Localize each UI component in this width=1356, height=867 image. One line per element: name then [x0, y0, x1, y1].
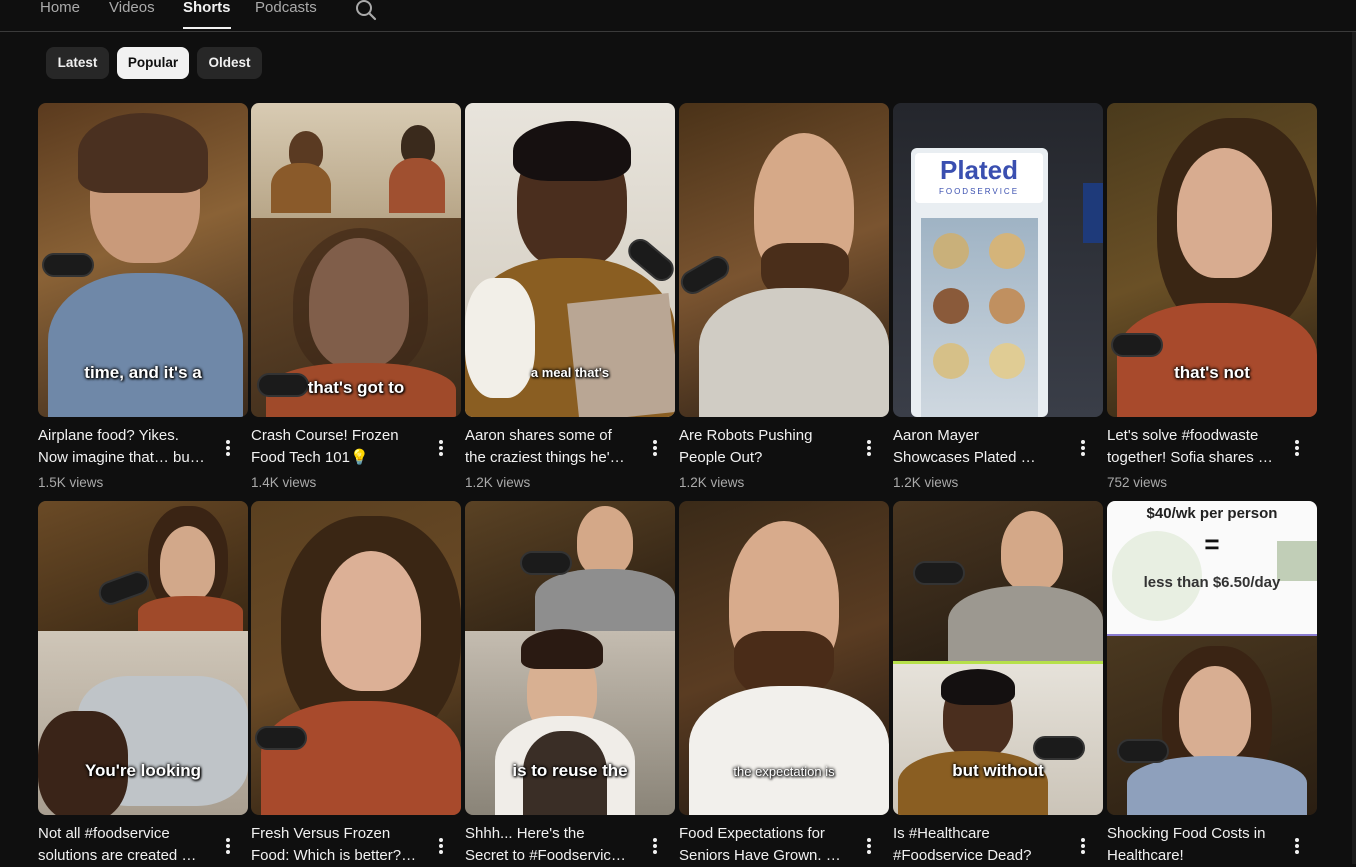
- short-title[interactable]: Is #Healthcare #Foodservice Dead?: [893, 823, 1069, 867]
- short-card[interactable]: a meal that's Aaron shares some of the cr…: [465, 103, 675, 490]
- short-card[interactable]: time, and it's a Airplane food? Yikes. No…: [38, 103, 248, 490]
- short-title[interactable]: Crash Course! Frozen Food Tech 101💡: [251, 425, 427, 469]
- filter-oldest-chip[interactable]: Oldest: [197, 47, 262, 79]
- short-views: 1.2K views: [893, 475, 959, 490]
- short-caption: the expectation is: [733, 764, 835, 779]
- short-thumbnail[interactable]: but without: [893, 501, 1103, 815]
- short-title[interactable]: Shhh... Here's the Secret to #Foodservic…: [465, 823, 641, 867]
- short-caption: but without: [952, 761, 1044, 780]
- short-thumbnail[interactable]: the expectation is: [679, 501, 889, 815]
- short-views: 752 views: [1107, 475, 1168, 490]
- short-thumbnail[interactable]: You're looking: [38, 501, 248, 815]
- short-card[interactable]: You're looking Not all #foodservice solut…: [38, 501, 248, 864]
- short-card[interactable]: Plated FOODSERVICE Aaron Mayer Showcases …: [893, 103, 1103, 490]
- short-card[interactable]: Are Robots Pushing People Out? 1.2K views: [679, 103, 889, 490]
- short-card[interactable]: but without Is #Healthcare #Foodservice D…: [893, 501, 1103, 864]
- short-title[interactable]: Let's solve #foodwaste together! Sofia sh…: [1107, 425, 1283, 469]
- plated-logo: Plated: [939, 155, 1019, 185]
- more-options-icon[interactable]: [218, 835, 238, 855]
- tab-podcasts[interactable]: Podcasts: [255, 0, 317, 18]
- more-options-icon[interactable]: [1073, 437, 1093, 457]
- search-icon[interactable]: [354, 0, 378, 23]
- more-options-icon[interactable]: [859, 437, 879, 457]
- short-thumbnail[interactable]: time, and it's a: [38, 103, 248, 417]
- short-title[interactable]: Aaron Mayer Showcases Plated …: [893, 425, 1069, 469]
- short-title[interactable]: Are Robots Pushing People Out?: [679, 425, 855, 469]
- page-scrollbar[interactable]: [1352, 32, 1356, 864]
- tab-home[interactable]: Home: [40, 0, 80, 18]
- price-overlay-line2: less than $6.50/day: [1143, 574, 1281, 591]
- more-options-icon[interactable]: [645, 835, 665, 855]
- price-overlay-equals: =: [1204, 529, 1220, 559]
- short-caption: time, and it's a: [84, 363, 202, 382]
- short-thumbnail[interactable]: [679, 103, 889, 417]
- more-options-icon[interactable]: [431, 437, 451, 457]
- short-title[interactable]: Food Expectations for Seniors Have Grown.…: [679, 823, 855, 867]
- short-thumbnail[interactable]: is to reuse the: [465, 501, 675, 815]
- short-card[interactable]: is to reuse the Shhh... Here's the Secret…: [465, 501, 675, 864]
- short-caption: You're looking: [84, 761, 202, 780]
- short-card[interactable]: the expectation is Food Expectations for…: [679, 501, 889, 864]
- short-views: 1.4K views: [251, 475, 317, 490]
- short-card[interactable]: that's not Let's solve #foodwaste togethe…: [1107, 103, 1317, 490]
- short-title[interactable]: Aaron shares some of the craziest things …: [465, 425, 641, 469]
- short-title[interactable]: Fresh Versus Frozen Food: Which is better…: [251, 823, 427, 867]
- filter-popular-chip[interactable]: Popular: [117, 47, 189, 79]
- short-views: 1.2K views: [465, 475, 531, 490]
- short-views: 1.2K views: [679, 475, 745, 490]
- short-card[interactable]: Fresh Versus Frozen Food: Which is better…: [251, 501, 461, 864]
- short-thumbnail[interactable]: [251, 501, 461, 815]
- more-options-icon[interactable]: [431, 835, 451, 855]
- tab-videos[interactable]: Videos: [109, 0, 155, 18]
- short-title[interactable]: Airplane food? Yikes. Now imagine that… b…: [38, 425, 214, 469]
- short-title[interactable]: Not all #foodservice solutions are create…: [38, 823, 214, 867]
- price-overlay-line1: $40/wk per person: [1146, 505, 1278, 522]
- short-card[interactable]: $40/wk per person = less than $6.50/day …: [1107, 501, 1317, 864]
- short-thumbnail[interactable]: that's got to: [251, 103, 461, 417]
- plated-subtext: FOODSERVICE: [938, 187, 1020, 196]
- short-views: 1.5K views: [38, 475, 104, 490]
- more-options-icon[interactable]: [1287, 835, 1307, 855]
- short-caption: is to reuse the: [512, 761, 628, 780]
- short-thumbnail[interactable]: that's not: [1107, 103, 1317, 417]
- more-options-icon[interactable]: [1073, 835, 1093, 855]
- more-options-icon[interactable]: [1287, 437, 1307, 457]
- short-caption: that's got to: [307, 378, 405, 397]
- short-thumbnail[interactable]: $40/wk per person = less than $6.50/day: [1107, 501, 1317, 815]
- more-options-icon[interactable]: [645, 437, 665, 457]
- channel-tabs-bar: Home Videos Shorts Podcasts: [0, 0, 1356, 32]
- filter-latest-chip[interactable]: Latest: [46, 47, 109, 79]
- short-thumbnail[interactable]: Plated FOODSERVICE: [893, 103, 1103, 417]
- tab-shorts[interactable]: Shorts: [183, 0, 231, 29]
- short-card[interactable]: that's got to Crash Course! Frozen Food T…: [251, 103, 461, 490]
- short-caption: that's not: [1174, 363, 1250, 382]
- short-title[interactable]: Shocking Food Costs in Healthcare!: [1107, 823, 1283, 867]
- more-options-icon[interactable]: [859, 835, 879, 855]
- short-thumbnail[interactable]: a meal that's: [465, 103, 675, 417]
- short-caption: a meal that's: [530, 365, 610, 380]
- more-options-icon[interactable]: [218, 437, 238, 457]
